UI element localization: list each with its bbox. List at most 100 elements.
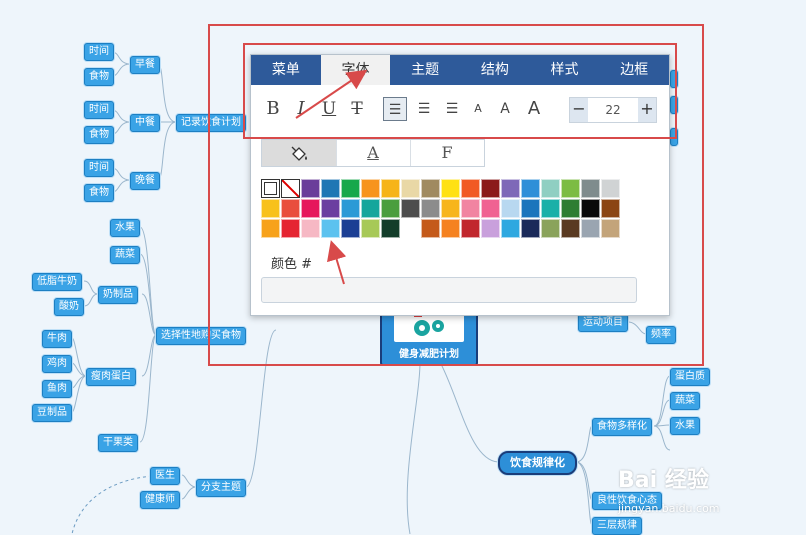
color-swatch[interactable]: [561, 199, 580, 218]
font-size-large-button[interactable]: A: [523, 97, 545, 121]
italic-button[interactable]: I: [291, 97, 311, 121]
no-color-swatch[interactable]: [281, 179, 300, 198]
node-lunch[interactable]: 中餐: [130, 114, 160, 132]
color-swatch[interactable]: [481, 219, 500, 238]
font-size-medium-button[interactable]: A: [495, 97, 515, 121]
color-swatch[interactable]: [341, 219, 360, 238]
color-swatch[interactable]: [461, 219, 480, 238]
node-frequency[interactable]: 频率: [646, 326, 676, 344]
color-swatch[interactable]: [341, 179, 360, 198]
node-right-fruit[interactable]: 水果: [670, 417, 700, 435]
strikethrough-button[interactable]: T: [347, 97, 367, 121]
font-size-small-button[interactable]: A: [469, 97, 487, 121]
color-swatch[interactable]: [341, 199, 360, 218]
color-swatch[interactable]: [361, 199, 380, 218]
tab-theme[interactable]: 主题: [390, 55, 460, 85]
color-swatch[interactable]: [541, 179, 560, 198]
node-record-plan[interactable]: 记录饮食计划: [176, 114, 246, 132]
color-swatch[interactable]: [381, 199, 400, 218]
color-swatch[interactable]: [401, 219, 420, 238]
node-breakfast[interactable]: 早餐: [130, 56, 160, 74]
node-vegetable[interactable]: 蔬菜: [110, 246, 140, 264]
tab-menu[interactable]: 菜单: [251, 55, 321, 85]
node-tofu[interactable]: 豆制品: [32, 404, 72, 422]
fill-color-tab[interactable]: [262, 140, 337, 166]
color-swatch[interactable]: [521, 179, 540, 198]
color-swatch[interactable]: [601, 219, 620, 238]
tab-structure[interactable]: 结构: [460, 55, 530, 85]
underline-button[interactable]: U: [319, 97, 339, 121]
color-swatch[interactable]: [541, 219, 560, 238]
increase-size-button[interactable]: +: [638, 98, 656, 122]
node-doctor[interactable]: 医生: [150, 467, 180, 485]
node-dinner[interactable]: 晚餐: [130, 172, 160, 190]
color-swatch[interactable]: [261, 199, 280, 218]
color-swatch[interactable]: [421, 179, 440, 198]
tab-border[interactable]: 边框: [599, 55, 669, 85]
node-fish[interactable]: 鱼肉: [42, 380, 72, 398]
node-partial-2[interactable]: [670, 96, 678, 114]
color-swatch[interactable]: [321, 199, 340, 218]
node-partial-1[interactable]: [670, 70, 678, 88]
node-right-vegetable[interactable]: 蔬菜: [670, 392, 700, 410]
node-coach[interactable]: 健康师: [140, 491, 180, 509]
color-swatch-selected[interactable]: [261, 179, 280, 198]
color-swatch[interactable]: [501, 179, 520, 198]
node-time-breakfast[interactable]: 时间: [84, 43, 114, 61]
color-swatch[interactable]: [581, 179, 600, 198]
color-swatch[interactable]: [301, 199, 320, 218]
color-swatch[interactable]: [381, 219, 400, 238]
node-nuts[interactable]: 干果类: [98, 434, 138, 452]
color-swatch[interactable]: [301, 219, 320, 238]
bold-button[interactable]: B: [263, 97, 283, 121]
color-swatch[interactable]: [561, 219, 580, 238]
node-chicken[interactable]: 鸡肉: [42, 355, 72, 373]
color-swatch[interactable]: [401, 199, 420, 218]
node-time-lunch[interactable]: 时间: [84, 101, 114, 119]
color-swatch[interactable]: [301, 179, 320, 198]
node-protein[interactable]: 蛋白质: [670, 368, 710, 386]
font-color-tab[interactable]: A: [336, 140, 411, 166]
color-swatch[interactable]: [361, 179, 380, 198]
color-swatch[interactable]: [521, 199, 540, 218]
color-swatch[interactable]: [461, 199, 480, 218]
node-regular-diet[interactable]: 饮食规律化: [498, 451, 577, 475]
node-select-food[interactable]: 选择性地购买食物: [156, 327, 246, 345]
color-swatch[interactable]: [261, 219, 280, 238]
tab-font[interactable]: 字体: [320, 55, 391, 85]
node-fruit[interactable]: 水果: [110, 219, 140, 237]
node-beef[interactable]: 牛肉: [42, 330, 72, 348]
color-swatch[interactable]: [541, 199, 560, 218]
decrease-size-button[interactable]: −: [570, 98, 588, 122]
color-swatch[interactable]: [381, 179, 400, 198]
color-swatch[interactable]: [521, 219, 540, 238]
color-swatch[interactable]: [501, 219, 520, 238]
align-center-button[interactable]: ☰: [413, 97, 435, 121]
node-time-dinner[interactable]: 时间: [84, 159, 114, 177]
font-family-tab[interactable]: F: [410, 140, 484, 166]
color-swatch[interactable]: [601, 199, 620, 218]
color-swatch[interactable]: [441, 179, 460, 198]
font-size-input[interactable]: 22: [590, 98, 636, 122]
node-branch-topic[interactable]: 分支主题: [196, 479, 246, 497]
align-left-button[interactable]: ☰: [383, 97, 407, 121]
align-right-button[interactable]: ☰: [441, 97, 463, 121]
color-swatch[interactable]: [321, 179, 340, 198]
color-swatch[interactable]: [461, 179, 480, 198]
node-dairy[interactable]: 奶制品: [98, 286, 138, 304]
node-yogurt[interactable]: 酸奶: [54, 298, 84, 316]
node-lean-protein[interactable]: 瘦肉蛋白: [86, 368, 136, 386]
node-sport[interactable]: 运动项目: [578, 314, 628, 332]
color-swatch[interactable]: [581, 199, 600, 218]
color-swatch[interactable]: [501, 199, 520, 218]
node-food-dinner[interactable]: 食物: [84, 184, 114, 202]
node-food-lunch[interactable]: 食物: [84, 126, 114, 144]
tab-style[interactable]: 样式: [530, 55, 600, 85]
color-swatch[interactable]: [361, 219, 380, 238]
color-swatch[interactable]: [561, 179, 580, 198]
node-partial-3[interactable]: [670, 128, 678, 146]
color-swatch[interactable]: [441, 199, 460, 218]
color-swatch[interactable]: [281, 219, 300, 238]
color-swatch[interactable]: [401, 179, 420, 198]
color-swatch[interactable]: [581, 219, 600, 238]
